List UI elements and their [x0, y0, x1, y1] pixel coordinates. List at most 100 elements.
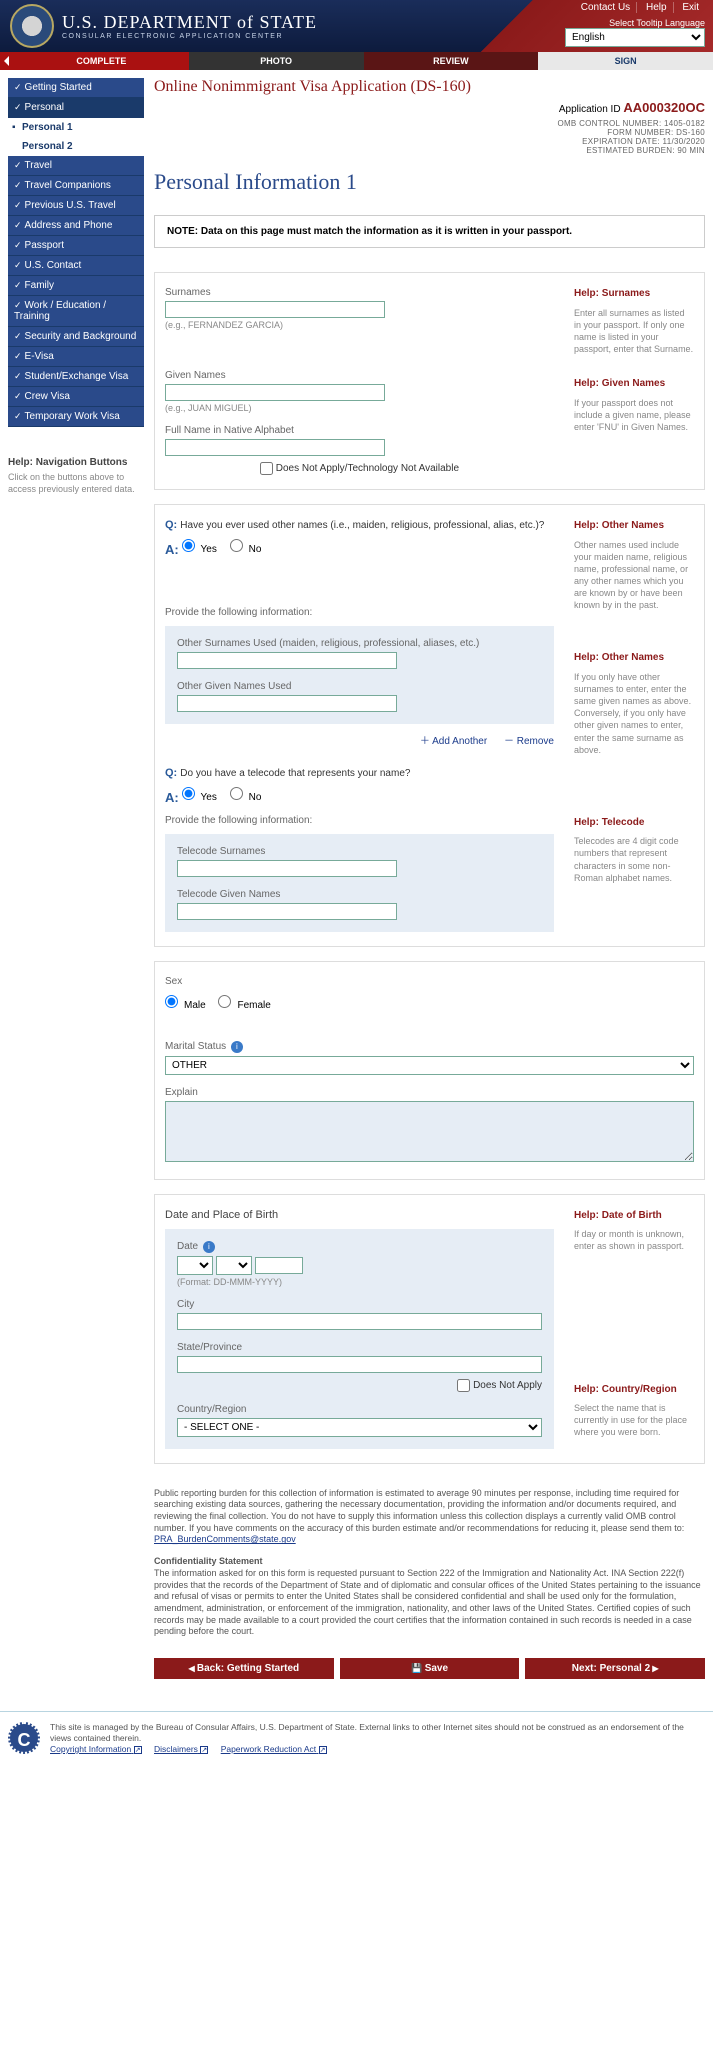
lang-select[interactable]: English: [565, 28, 705, 47]
other-names-q: Have you ever used other names (i.e., ma…: [180, 520, 544, 531]
date-label: Date: [177, 1241, 198, 1252]
info-icon[interactable]: i: [203, 1241, 215, 1253]
help-tele-body: Telecodes are 4 digit code numbers that …: [574, 836, 679, 882]
appid-label: Application ID: [559, 104, 621, 115]
provide-label: Provide the following information:: [165, 607, 554, 618]
tab-complete[interactable]: COMPLETE: [0, 52, 189, 70]
footer-copyright[interactable]: Copyright Information ↗: [50, 1744, 142, 1754]
add-another-link[interactable]: ＋ Add Another: [420, 736, 487, 747]
top-links: Contact Us Help Exit: [575, 2, 705, 13]
back-button[interactable]: Back: Getting Started: [154, 1658, 334, 1679]
remove-link[interactable]: － Remove: [504, 736, 554, 747]
given-label: Given Names: [165, 370, 554, 381]
native-input[interactable]: [165, 439, 385, 456]
other-no-radio[interactable]: [230, 539, 243, 552]
city-label: City: [177, 1299, 542, 1310]
passport-note: NOTE: Data on this page must match the i…: [154, 215, 705, 248]
marital-select[interactable]: OTHER: [165, 1056, 694, 1075]
tele-no-radio[interactable]: [230, 787, 243, 800]
tele-yes-radio[interactable]: [182, 787, 195, 800]
city-input[interactable]: [177, 1313, 542, 1330]
sex-female-radio[interactable]: [218, 995, 231, 1008]
nav-us-contact[interactable]: U.S. Contact: [8, 256, 144, 276]
nav-work-education[interactable]: Work / Education / Training: [8, 296, 144, 327]
footer-disclaimers[interactable]: Disclaimers ↗: [154, 1744, 208, 1754]
other-yes-radio[interactable]: [182, 539, 195, 552]
nav-passport[interactable]: Passport: [8, 236, 144, 256]
help-surnames-title: Help: Surnames: [574, 287, 694, 301]
link-contact[interactable]: Contact Us: [575, 2, 637, 13]
dob-month-select[interactable]: [216, 1256, 252, 1275]
help-country-title: Help: Country/Region: [574, 1383, 694, 1397]
native-na-label: Does Not Apply/Technology Not Available: [276, 463, 459, 474]
tele-sur-label: Telecode Surnames: [177, 846, 542, 857]
nav-travel[interactable]: Travel: [8, 156, 144, 176]
nav-help-body: Click on the buttons above to access pre…: [8, 472, 144, 495]
nav-previous-travel[interactable]: Previous U.S. Travel: [8, 196, 144, 216]
other-sur-label: Other Surnames Used (maiden, religious, …: [177, 638, 542, 649]
footer-pra[interactable]: Paperwork Reduction Act ↗: [221, 1744, 327, 1754]
given-input[interactable]: [165, 384, 385, 401]
nav-personal-1[interactable]: Personal 1: [8, 118, 144, 137]
nav-companions[interactable]: Travel Companions: [8, 176, 144, 196]
surnames-input[interactable]: [165, 301, 385, 318]
conf-title: Confidentiality Statement: [154, 1556, 705, 1568]
tele-sur-input[interactable]: [177, 860, 397, 877]
nav-address-phone[interactable]: Address and Phone: [8, 216, 144, 236]
nav-evisa[interactable]: E-Visa: [8, 347, 144, 367]
seal-icon: [10, 4, 54, 48]
lang-label: Select Tooltip Language: [565, 18, 705, 28]
help-given-body: If your passport does not include a give…: [574, 398, 691, 432]
link-help[interactable]: Help: [640, 2, 674, 13]
nav-crew-visa[interactable]: Crew Visa: [8, 387, 144, 407]
dob-day-select[interactable]: [177, 1256, 213, 1275]
save-button[interactable]: Save: [340, 1658, 520, 1679]
tab-sign[interactable]: SIGN: [538, 52, 713, 70]
tab-review[interactable]: REVIEW: [364, 52, 539, 70]
nav-security[interactable]: Security and Background: [8, 327, 144, 347]
page-title: Online Nonimmigrant Visa Application (DS…: [154, 78, 705, 96]
nav-personal[interactable]: Personal: [8, 98, 144, 118]
explain-label: Explain: [165, 1087, 694, 1098]
meta-exp: EXPIRATION DATE: 11/30/2020: [154, 137, 705, 146]
nav-family[interactable]: Family: [8, 276, 144, 296]
country-select[interactable]: - SELECT ONE -: [177, 1418, 542, 1437]
help-given-title: Help: Given Names: [574, 377, 694, 391]
info-icon[interactable]: i: [231, 1041, 243, 1053]
footer: C This site is managed by the Bureau of …: [0, 1711, 713, 1765]
marital-label: Marital Status: [165, 1041, 226, 1052]
other-sur-input[interactable]: [177, 652, 397, 669]
state-dna-checkbox[interactable]: [457, 1379, 470, 1392]
provide-label-2: Provide the following information:: [165, 815, 554, 826]
dob-year-input[interactable]: [255, 1257, 303, 1274]
section-title: Personal Information 1: [154, 169, 705, 195]
next-button[interactable]: Next: Personal 2: [525, 1658, 705, 1679]
native-na-checkbox[interactable]: [260, 462, 273, 475]
conf-body: The information asked for on this form i…: [154, 1568, 705, 1638]
appid-value: AA000320OC: [623, 100, 705, 115]
nav-temp-work[interactable]: Temporary Work Visa: [8, 407, 144, 427]
sidebar: Getting Started Personal Personal 1 Pers…: [8, 78, 144, 1679]
nav-personal-2[interactable]: Personal 2: [8, 137, 144, 156]
app-header: U.S. DEPARTMENT of STATE CONSULAR ELECTR…: [0, 0, 713, 52]
telecode-q: Do you have a telecode that represents y…: [180, 768, 410, 779]
state-input[interactable]: [177, 1356, 542, 1373]
tab-photo[interactable]: PHOTO: [189, 52, 364, 70]
help-surnames-body: Enter all surnames as listed in your pas…: [574, 308, 693, 354]
sex-label: Sex: [165, 976, 694, 987]
tele-given-input[interactable]: [177, 903, 397, 920]
progress-tabs: COMPLETE PHOTO REVIEW SIGN: [0, 52, 713, 70]
help-dob-title: Help: Date of Birth: [574, 1209, 694, 1223]
meta-burden: ESTIMATED BURDEN: 90 MIN: [154, 146, 705, 155]
other-given-input[interactable]: [177, 695, 397, 712]
burden-email[interactable]: PRA_BurdenComments@state.gov: [154, 1534, 296, 1544]
link-exit[interactable]: Exit: [676, 2, 705, 13]
explain-textarea[interactable]: [165, 1101, 694, 1162]
state-dna-label: Does Not Apply: [473, 1380, 542, 1391]
sex-male-radio[interactable]: [165, 995, 178, 1008]
nav-student-exchange[interactable]: Student/Exchange Visa: [8, 367, 144, 387]
dept-title: U.S. DEPARTMENT of STATE: [62, 12, 317, 33]
nav-getting-started[interactable]: Getting Started: [8, 78, 144, 98]
dob-section-title: Date and Place of Birth: [165, 1209, 554, 1221]
meta-form: FORM NUMBER: DS-160: [154, 128, 705, 137]
